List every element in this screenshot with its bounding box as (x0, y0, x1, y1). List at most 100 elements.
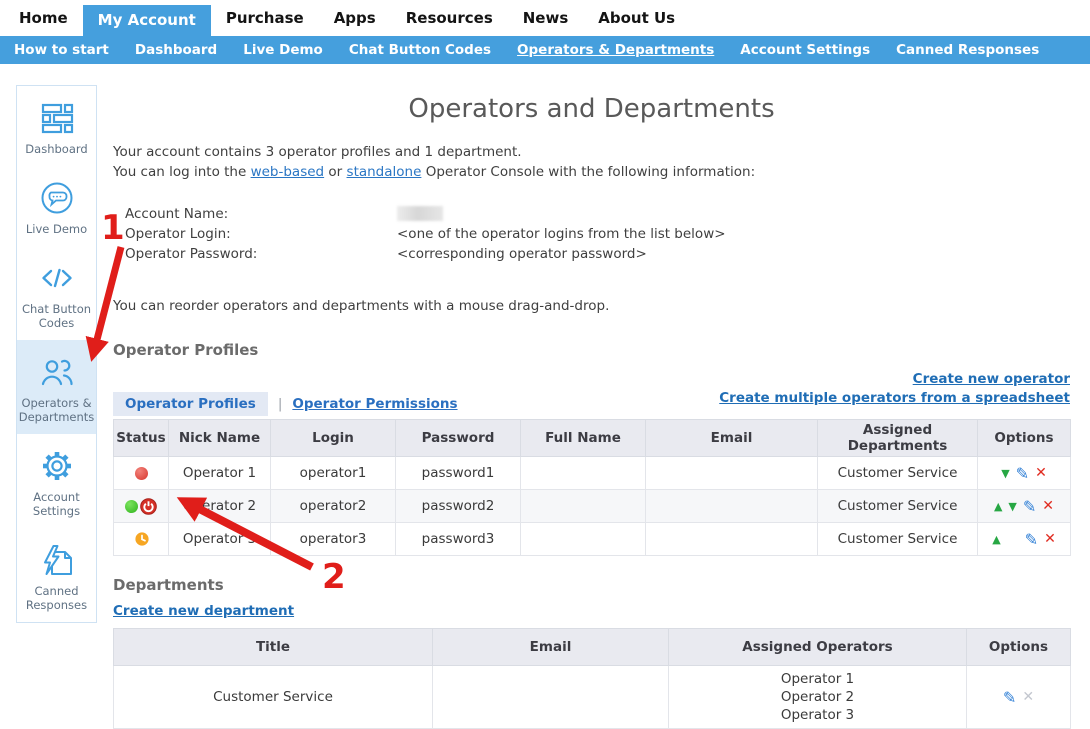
full-name-cell (521, 490, 646, 523)
subnav-account-settings[interactable]: Account Settings (727, 42, 883, 58)
assigned-departments-cell: Customer Service (818, 457, 978, 490)
status-away-clock-icon (135, 532, 149, 546)
departments-section: Departments Create new department Title … (113, 576, 1070, 729)
col-login: Login (271, 420, 396, 457)
topnav-home[interactable]: Home (4, 0, 83, 36)
web-based-link[interactable]: web-based (251, 164, 325, 180)
col-assigned-departments: Assigned Departments (818, 420, 978, 457)
assigned-departments-cell: Customer Service (818, 490, 978, 523)
delete-icon[interactable]: ✕ (1035, 465, 1047, 481)
operator-row-2[interactable]: Operator 2 operator2 password2 Customer … (114, 490, 1071, 523)
subnav-operators-departments[interactable]: Operators & Departments (504, 42, 727, 58)
subnav-canned-responses[interactable]: Canned Responses (883, 42, 1052, 58)
col-options: Options (978, 420, 1071, 457)
col-email: Email (646, 420, 818, 457)
sidebar-item-dashboard[interactable]: Dashboard (17, 86, 96, 166)
topnav-purchase[interactable]: Purchase (211, 0, 319, 36)
reorder-note: You can reorder operators and department… (113, 298, 1070, 314)
move-down-icon[interactable]: ▼ (1001, 467, 1009, 480)
email-cell (646, 523, 818, 556)
sidebar-label: Dashboard (25, 142, 87, 156)
intro-line-2: You can log into the web-based or standa… (113, 162, 1070, 182)
subnav-live-demo[interactable]: Live Demo (230, 42, 336, 58)
login-credentials: Account Name: Operator Login: <one of th… (125, 204, 1070, 264)
department-row-1[interactable]: Customer Service Operator 1 Operator 2 O… (114, 666, 1071, 729)
operator-login-label: Operator Login: (125, 224, 397, 244)
topnav-about-us[interactable]: About Us (583, 0, 690, 36)
sidebar-label: Canned Responses (19, 584, 94, 612)
account-name-label: Account Name: (125, 204, 397, 224)
col-password: Password (396, 420, 521, 457)
sidebar-item-operators-departments[interactable]: Operators & Departments (17, 340, 96, 434)
col-nick-name: Nick Name (169, 420, 271, 457)
lightning-page-icon (38, 541, 76, 579)
assigned-departments-cell: Customer Service (818, 523, 978, 556)
create-new-department-link[interactable]: Create new department (113, 603, 294, 619)
page-title: Operators and Departments (113, 94, 1070, 124)
intro-line-1: Your account contains 3 operator profile… (113, 142, 1070, 162)
options-cell: ▼ ✎ ✕ (978, 457, 1071, 490)
move-down-icon[interactable]: ▼ (1008, 500, 1016, 513)
standalone-link[interactable]: standalone (347, 164, 422, 180)
topnav-my-account[interactable]: My Account (83, 5, 211, 36)
operator-profiles-heading: Operator Profiles (113, 341, 1070, 359)
status-cell (114, 523, 169, 556)
account-sub-navigation: How to start Dashboard Live Demo Chat Bu… (0, 36, 1090, 64)
delete-icon[interactable]: ✕ (1042, 498, 1054, 514)
options-cell: ▲ ▼ ✎ ✕ (978, 490, 1071, 523)
tab-operator-profiles[interactable]: Operator Profiles (113, 392, 268, 416)
sidebar-item-chat-button-codes[interactable]: Chat Button Codes (17, 246, 96, 340)
departments-table-header-row: Title Email Assigned Operators Options (114, 629, 1071, 666)
topnav-news[interactable]: News (508, 0, 584, 36)
sidebar: Dashboard Live Demo Chat Button Codes Op… (16, 85, 97, 623)
edit-icon[interactable]: ✎ (1003, 688, 1016, 707)
assigned-operator: Operator 2 (670, 688, 965, 706)
topnav-resources[interactable]: Resources (391, 0, 508, 36)
subnav-dashboard[interactable]: Dashboard (122, 42, 230, 58)
operator-password-value: <corresponding operator password> (397, 244, 647, 264)
col-full-name: Full Name (521, 420, 646, 457)
main-content: Operators and Departments Your account c… (113, 88, 1070, 729)
operator-tabs: Operator Profiles | Operator Permissions (113, 392, 458, 416)
nick-name-cell: Operator 2 (169, 490, 271, 523)
top-navigation: Home My Account Purchase Apps Resources … (0, 0, 1090, 36)
email-cell (646, 490, 818, 523)
assigned-operator: Operator 1 (670, 670, 965, 688)
edit-icon[interactable]: ✎ (1016, 464, 1029, 483)
subnav-how-to-start[interactable]: How to start (1, 42, 122, 58)
sidebar-item-account-settings[interactable]: Account Settings (17, 434, 96, 528)
power-toggle-icon[interactable] (140, 498, 157, 515)
sidebar-label: Operators & Departments (19, 396, 95, 424)
edit-icon[interactable]: ✎ (1023, 497, 1036, 516)
delete-icon[interactable]: ✕ (1044, 531, 1056, 547)
department-title-cell: Customer Service (114, 666, 433, 729)
department-email-cell (433, 666, 669, 729)
options-cell: ▲ ✎ ✕ (978, 523, 1071, 556)
departments-heading: Departments (113, 576, 1070, 594)
operator-row-1[interactable]: Operator 1 operator1 password1 Customer … (114, 457, 1071, 490)
login-cell: operator3 (271, 523, 396, 556)
department-operators-cell: Operator 1 Operator 2 Operator 3 (669, 666, 967, 729)
topnav-apps[interactable]: Apps (319, 0, 391, 36)
login-cell: operator1 (271, 457, 396, 490)
operator-profiles-table: Status Nick Name Login Password Full Nam… (113, 419, 1071, 556)
operator-row-3[interactable]: Operator 3 operator3 password3 Customer … (114, 523, 1071, 556)
create-new-operator-link[interactable]: Create new operator (719, 370, 1070, 389)
code-brackets-icon (38, 259, 76, 297)
tab-operator-permissions[interactable]: Operator Permissions (292, 396, 457, 412)
sidebar-item-canned-responses[interactable]: Canned Responses (17, 528, 96, 622)
edit-icon[interactable]: ✎ (1025, 530, 1038, 549)
subnav-chat-button-codes[interactable]: Chat Button Codes (336, 42, 504, 58)
gear-icon (38, 447, 76, 485)
operator-table-controls: Create new operator Create multiple oper… (113, 359, 1070, 419)
status-cell (114, 457, 169, 490)
nick-name-cell: Operator 3 (169, 523, 271, 556)
create-multiple-operators-link[interactable]: Create multiple operators from a spreads… (719, 389, 1070, 408)
tab-separator: | (278, 396, 283, 412)
move-up-icon[interactable]: ▲ (992, 533, 1000, 546)
move-up-icon[interactable]: ▲ (994, 500, 1002, 513)
col-assigned-operators: Assigned Operators (669, 629, 967, 666)
sidebar-label: Account Settings (19, 490, 94, 518)
col-options: Options (967, 629, 1071, 666)
sidebar-item-live-demo[interactable]: Live Demo (17, 166, 96, 246)
